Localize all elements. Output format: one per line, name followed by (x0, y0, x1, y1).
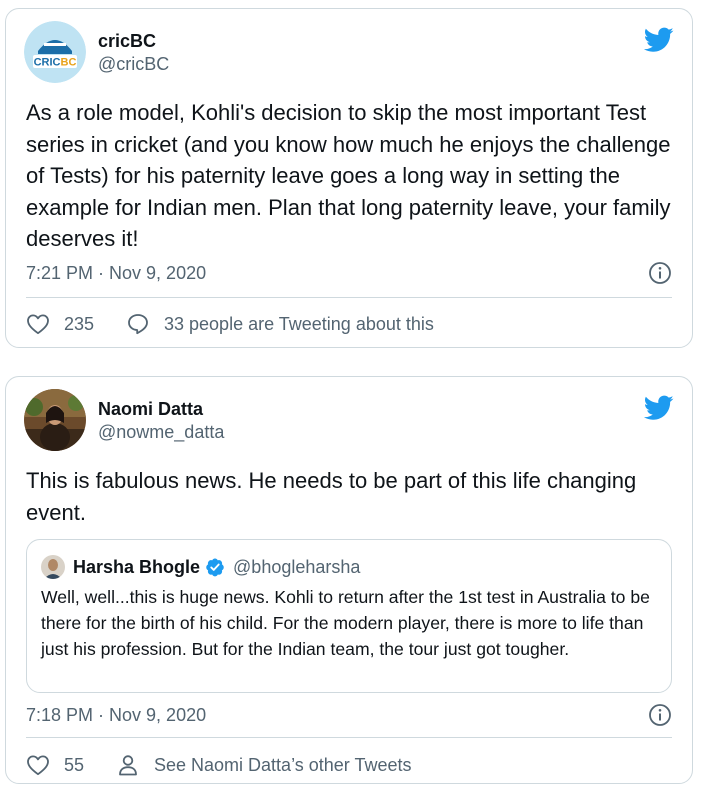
quoted-author-handle: @bhogleharsha (233, 556, 361, 577)
tweet-card[interactable]: Naomi Datta @nowme_datta This is fabulou… (5, 376, 693, 784)
quoted-tweet-text: Well, well...this is huge news. Kohli to… (41, 587, 650, 659)
like-count: 235 (64, 313, 95, 334)
other-tweets-link[interactable]: See Naomi Datta’s other Tweets (116, 752, 411, 778)
tweet-meta: 7:18 PM · Nov 9, 2020 (26, 703, 672, 727)
timestamp[interactable]: 7:21 PM · Nov 9, 2020 (26, 263, 206, 283)
tweet-header: CRICBC cricBC @cricBC (24, 21, 674, 85)
timestamp[interactable]: 7:18 PM · Nov 9, 2020 (26, 705, 206, 725)
action-row: 235 33 people are Tweeting about this (26, 311, 672, 337)
quoted-tweet[interactable]: Harsha Bhogle @bhogleharsha Well, well..… (26, 539, 672, 693)
other-tweets-label: See Naomi Datta’s other Tweets (154, 754, 412, 775)
heart-icon (27, 755, 49, 776)
tweeting-about-link[interactable]: 33 people are Tweeting about this (126, 311, 434, 337)
like-button[interactable]: 235 (26, 311, 94, 337)
tweet-header: Naomi Datta @nowme_datta (24, 389, 674, 453)
author-name[interactable]: Naomi Datta (98, 398, 224, 420)
twitter-bird-icon[interactable] (644, 27, 674, 53)
heart-icon (27, 314, 49, 335)
tweet-meta: 7:21 PM · Nov 9, 2020 (26, 261, 672, 285)
divider (26, 737, 672, 738)
tweeting-about-label: 33 people are Tweeting about this (164, 313, 434, 334)
info-icon[interactable] (648, 703, 672, 727)
verified-badge-icon (206, 558, 224, 577)
reply-bubble-icon (128, 314, 148, 335)
quoted-author-name: Harsha Bhogle (73, 556, 201, 577)
info-icon[interactable] (648, 261, 672, 285)
action-row: 55 See Naomi Datta’s other Tweets (26, 752, 672, 778)
person-icon (119, 755, 137, 776)
divider (26, 297, 672, 298)
author-handle[interactable]: @cricBC (98, 52, 169, 76)
quoted-avatar (41, 555, 65, 579)
tweet-text: As a role model, Kohli's decision to ski… (26, 100, 671, 251)
like-count: 55 (64, 754, 85, 775)
avatar[interactable]: CRICBC (24, 21, 86, 83)
quoted-tweet-header: Harsha Bhogle @bhogleharsha (41, 554, 360, 580)
author-handle[interactable]: @nowme_datta (98, 420, 224, 444)
logo-text: CRICBC (34, 57, 77, 69)
tweet-card[interactable]: CRICBC cricBC @cricBC As a role model, K… (5, 8, 693, 348)
twitter-bird-icon[interactable] (644, 395, 674, 421)
tweet-text: This is fabulous news. He needs to be pa… (26, 468, 637, 525)
author-name[interactable]: cricBC (98, 30, 169, 52)
avatar[interactable] (24, 389, 86, 451)
like-button[interactable]: 55 (26, 752, 84, 778)
